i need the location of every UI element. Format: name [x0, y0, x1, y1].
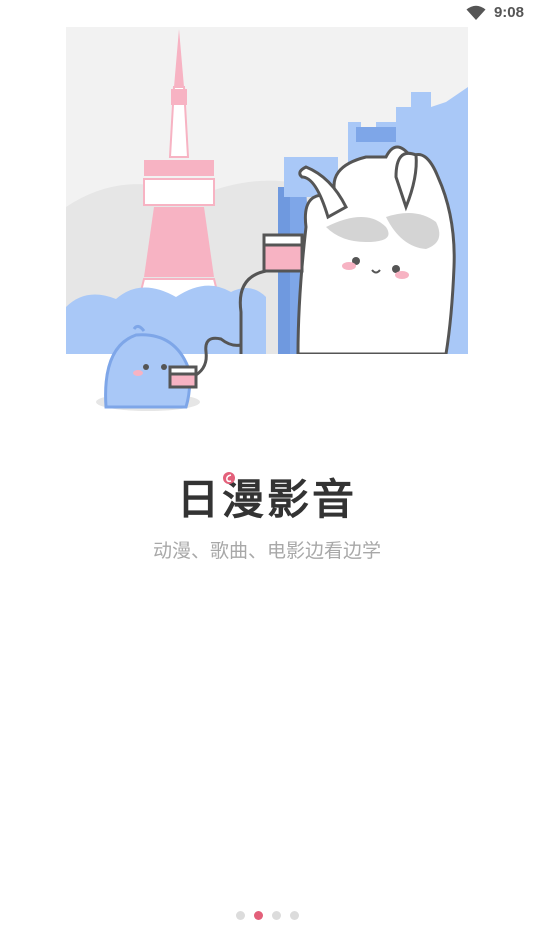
page-dot-2-active[interactable] [253, 911, 263, 920]
page-indicator [0, 911, 534, 920]
wifi-icon [466, 5, 486, 21]
onboarding-illustration [66, 27, 468, 417]
onboarding-title: 日漫影音 [176, 475, 357, 524]
title-accent-icon [223, 472, 235, 484]
status-bar: 9:08 [0, 0, 534, 28]
page-dot-1[interactable] [235, 911, 245, 920]
onboarding-subtitle: 动漫、歌曲、电影边看边学 [152, 540, 381, 562]
page-dot-3[interactable] [271, 911, 281, 920]
status-indicators: 9:08 [466, 4, 524, 21]
status-time: 9:08 [493, 4, 524, 21]
page-dot-4[interactable] [289, 911, 299, 920]
